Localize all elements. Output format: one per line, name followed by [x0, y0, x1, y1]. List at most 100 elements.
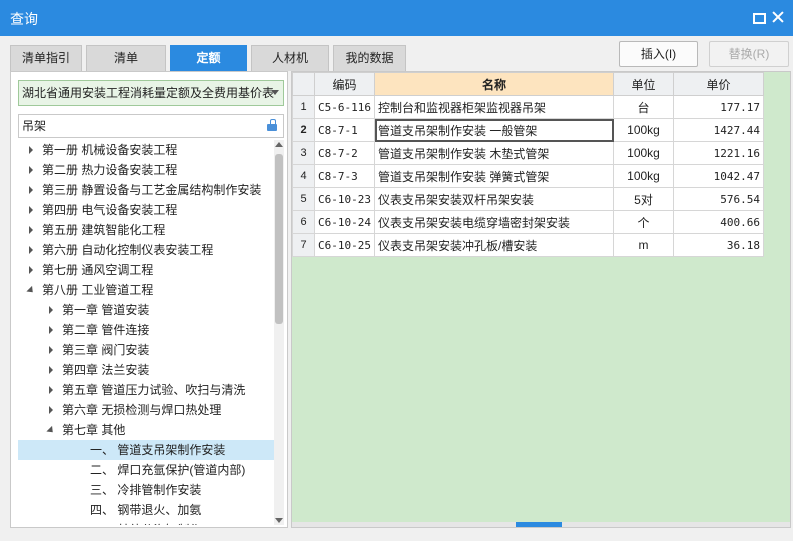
- search-icon[interactable]: [266, 119, 278, 132]
- row-number-cell[interactable]: 3: [292, 141, 315, 165]
- grid-scrollbar[interactable]: [292, 522, 790, 527]
- tab-list-guide[interactable]: 清单指引: [10, 45, 82, 71]
- code-cell[interactable]: C8-7-1: [314, 118, 375, 142]
- tree-item[interactable]: 三、 冷排管制作安装: [18, 480, 274, 500]
- tree-item[interactable]: 第一册 机械设备安装工程: [18, 140, 274, 160]
- tree-item[interactable]: 第六册 自动化控制仪表安装工程: [18, 240, 274, 260]
- name-cell[interactable]: 管道支吊架制作安装 弹簧式管架: [374, 164, 614, 188]
- collapse-arrow-icon[interactable]: [26, 160, 36, 180]
- collapse-arrow-icon[interactable]: [46, 400, 56, 420]
- price-cell[interactable]: 1221.16: [673, 141, 764, 165]
- tab-labor-material-machine[interactable]: 人材机: [251, 45, 329, 71]
- table-row[interactable]: 6 C6-10-24 仪表支吊架安装电缆穿墙密封架安装个 400.66: [292, 210, 764, 234]
- column-header-name[interactable]: 名称: [374, 72, 614, 96]
- column-header-price[interactable]: 单价: [673, 72, 764, 96]
- collapse-arrow-icon[interactable]: [46, 320, 56, 340]
- tree-item[interactable]: 一、 管道支吊架制作安装: [18, 440, 274, 460]
- collapse-arrow-icon[interactable]: [26, 200, 36, 220]
- column-header-code[interactable]: 编码: [314, 72, 375, 96]
- tree-item[interactable]: 第五册 建筑智能化工程: [18, 220, 274, 240]
- name-cell[interactable]: 控制台和监视器柜架监视器吊架: [374, 95, 614, 119]
- price-cell[interactable]: 1042.47: [673, 164, 764, 188]
- collapse-arrow-icon[interactable]: [26, 260, 36, 280]
- price-cell[interactable]: 177.17: [673, 95, 764, 119]
- unit-cell[interactable]: 5对: [613, 187, 674, 211]
- tree-item[interactable]: 第七章 其他: [18, 420, 274, 440]
- price-cell[interactable]: 36.18: [673, 233, 764, 257]
- tab-my-data[interactable]: 我的数据: [333, 45, 406, 71]
- expand-arrow-icon[interactable]: [26, 280, 36, 300]
- table-row[interactable]: 3 C8-7-2 管道支吊架制作安装 木垫式管架 100kg 1221.16: [292, 141, 764, 165]
- name-cell[interactable]: 仪表支吊架安装电缆穿墙密封架安装: [374, 210, 614, 234]
- scroll-thumb[interactable]: [275, 154, 283, 324]
- table-row[interactable]: 5 C6-10-23 仪表支吊架安装双杆吊架安装 5对 576.54: [292, 187, 764, 211]
- table-row[interactable]: 1 C5-6-116 控制台和监视器柜架监视器吊架台 177.17: [292, 95, 764, 119]
- unit-cell[interactable]: 100kg: [613, 141, 674, 165]
- tree-item[interactable]: 第一章 管道安装: [18, 300, 274, 320]
- table-row[interactable]: 2 C8-7-1 管道支吊架制作安装 一般管架 100kg 1427.44: [292, 118, 764, 142]
- collapse-arrow-icon[interactable]: [26, 240, 36, 260]
- unit-cell[interactable]: 个: [613, 210, 674, 234]
- collapse-arrow-icon[interactable]: [46, 300, 56, 320]
- tab-list[interactable]: 清单: [86, 45, 166, 71]
- tree-item[interactable]: 第三册 静置设备与工艺金属结构制作安装: [18, 180, 274, 200]
- tab-quota[interactable]: 定额: [170, 45, 247, 71]
- tree-item[interactable]: 第六章 无损检测与焊口热处理: [18, 400, 274, 420]
- price-cell[interactable]: 1427.44: [673, 118, 764, 142]
- price-cell[interactable]: 400.66: [673, 210, 764, 234]
- name-cell[interactable]: 仪表支吊架安装冲孔板/槽安装: [374, 233, 614, 257]
- collapse-arrow-icon[interactable]: [26, 180, 36, 200]
- name-cell[interactable]: 管道支吊架制作安装 木垫式管架: [374, 141, 614, 165]
- unit-cell[interactable]: 100kg: [613, 118, 674, 142]
- scroll-down-icon[interactable]: [275, 518, 283, 523]
- table-row[interactable]: 4 C8-7-3 管道支吊架制作安装 弹簧式管架 100kg 1042.47: [292, 164, 764, 188]
- tree-item[interactable]: 第二章 管件连接: [18, 320, 274, 340]
- unit-cell[interactable]: m: [613, 233, 674, 257]
- price-cell[interactable]: 576.54: [673, 187, 764, 211]
- code-cell[interactable]: C6-10-23: [314, 187, 375, 211]
- splitter-grip[interactable]: [516, 522, 562, 527]
- table-row[interactable]: 7 C6-10-25 仪表支吊架安装冲孔板/槽安装 m 36.18: [292, 233, 764, 257]
- scroll-up-icon[interactable]: [275, 142, 283, 147]
- collapse-arrow-icon[interactable]: [46, 360, 56, 380]
- collapse-arrow-icon[interactable]: [26, 140, 36, 160]
- code-cell[interactable]: C8-7-2: [314, 141, 375, 165]
- search-input[interactable]: 吊架: [18, 114, 284, 138]
- tree-item[interactable]: 第三章 阀门安装: [18, 340, 274, 360]
- tree-item[interactable]: 第七册 通风空调工程: [18, 260, 274, 280]
- tree-item[interactable]: 第二册 热力设备安装工程: [18, 160, 274, 180]
- restore-icon[interactable]: [750, 9, 766, 25]
- row-number-cell[interactable]: 4: [292, 164, 315, 188]
- unit-cell[interactable]: 台: [613, 95, 674, 119]
- tree-item[interactable]: 第八册 工业管道工程: [18, 280, 274, 300]
- tree-item[interactable]: 第五章 管道压力试验、吹扫与清洗: [18, 380, 274, 400]
- tree-item[interactable]: 第四章 法兰安装: [18, 360, 274, 380]
- name-cell[interactable]: 管道支吊架制作安装 一般管架: [374, 118, 614, 142]
- row-number-cell[interactable]: 2: [292, 118, 315, 142]
- collapse-arrow-icon[interactable]: [46, 380, 56, 400]
- code-cell[interactable]: C8-7-3: [314, 164, 375, 188]
- code-cell[interactable]: C6-10-24: [314, 210, 375, 234]
- tree-item[interactable]: 五、 其他分汽缸制作: [18, 520, 274, 525]
- tree-item[interactable]: 二、 焊口充氩保护(管道内部): [18, 460, 274, 480]
- tree-item[interactable]: 第四册 电气设备安装工程: [18, 200, 274, 220]
- close-icon[interactable]: [770, 9, 786, 25]
- unit-cell[interactable]: 100kg: [613, 164, 674, 188]
- chevron-down-icon[interactable]: [271, 90, 279, 95]
- insert-button[interactable]: 插入(I): [619, 41, 698, 67]
- replace-button[interactable]: 替换(R): [709, 41, 789, 67]
- row-number-cell[interactable]: 6: [292, 210, 315, 234]
- quota-library-select[interactable]: 湖北省通用安装工程消耗量定额及全费用基价表: [18, 80, 284, 106]
- row-number-cell[interactable]: 5: [292, 187, 315, 211]
- code-cell[interactable]: C5-6-116: [314, 95, 375, 119]
- row-number-cell[interactable]: 7: [292, 233, 315, 257]
- expand-arrow-icon[interactable]: [46, 420, 56, 440]
- name-cell[interactable]: 仪表支吊架安装双杆吊架安装: [374, 187, 614, 211]
- row-number-cell[interactable]: 1: [292, 95, 315, 119]
- code-cell[interactable]: C6-10-25: [314, 233, 375, 257]
- column-header-unit[interactable]: 单位: [613, 72, 674, 96]
- collapse-arrow-icon[interactable]: [46, 340, 56, 360]
- tree-item[interactable]: 四、 钢带退火、加氨: [18, 500, 274, 520]
- collapse-arrow-icon[interactable]: [26, 220, 36, 240]
- tree-scrollbar[interactable]: [274, 140, 284, 525]
